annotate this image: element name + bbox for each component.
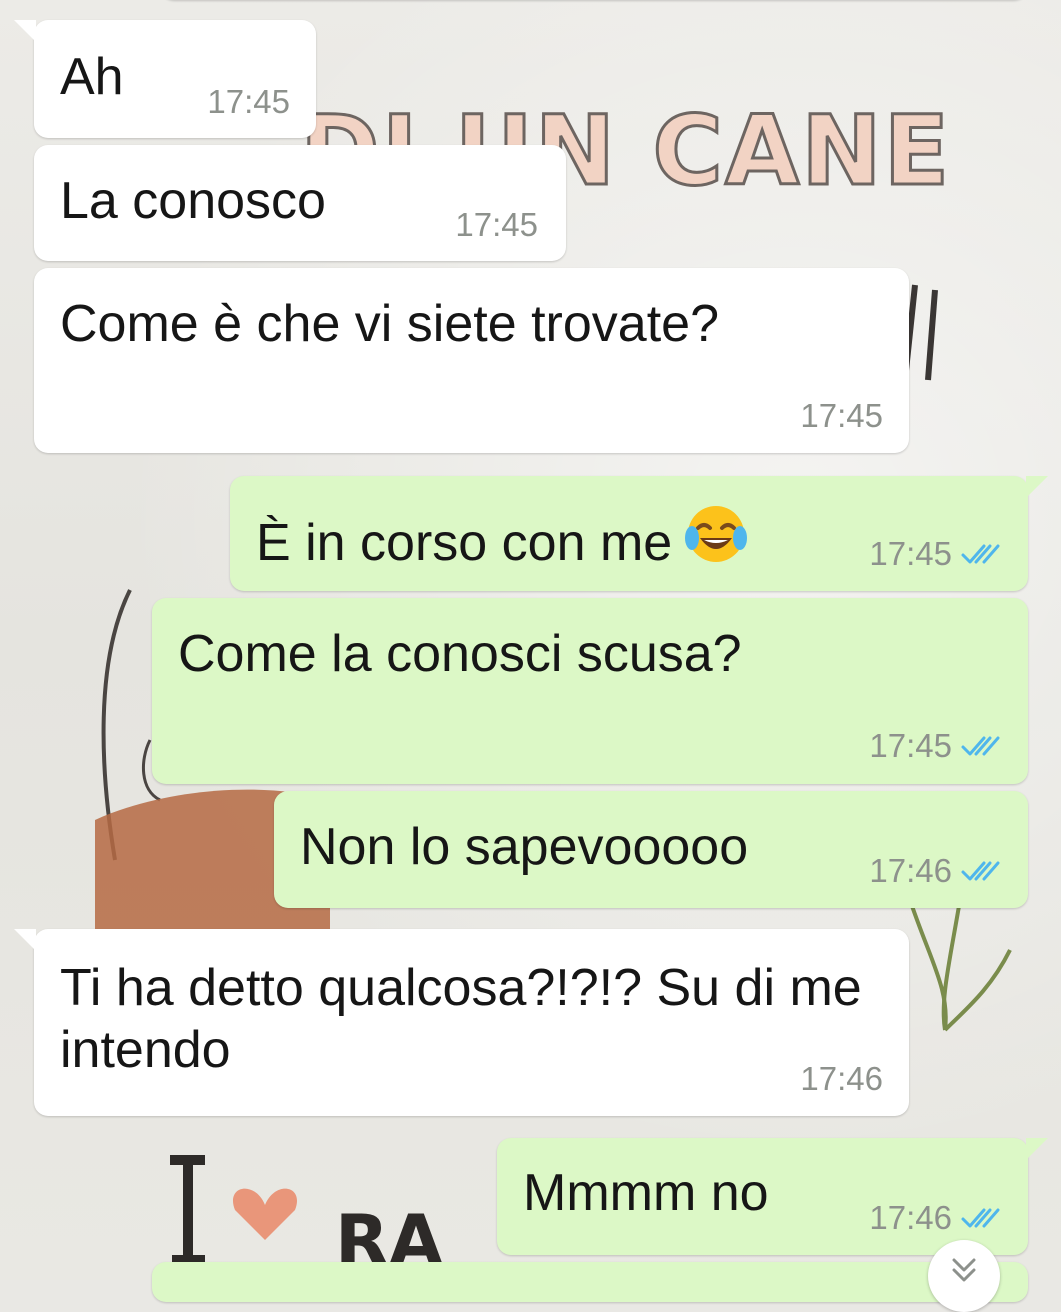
message-timestamp: 17:46 [800,1060,883,1097]
message-text: Come è che vi siete trovate? [60,295,719,353]
message-bubble-outgoing[interactable]: È in corso con me 17:45 [230,476,1048,591]
message-timestamp: 17:45 [869,727,952,764]
message-timestamp: 17:45 [207,83,290,120]
message-timestamp: 17:46 [869,1199,952,1236]
message-bubble-incoming[interactable]: La conosco 17:45 [34,145,566,261]
message-timestamp: 17:45 [455,206,538,243]
message-timestamp: 17:45 [869,535,952,572]
chevron-down-icon [952,1258,976,1282]
message-bubble-incoming[interactable]: Ti ha detto qualcosa?!?!? Su di me inten… [14,929,909,1116]
double-check-icon [961,544,1000,564]
message-text: Mmmm no [523,1164,769,1222]
double-check-icon [961,736,1000,756]
message-timestamp: 17:45 [800,397,883,434]
message-text: Ah [60,48,124,106]
message-bubble-outgoing[interactable]: Non lo sapevooooo 17:46 [274,791,1028,908]
message-timestamp: 17:46 [869,852,952,889]
message-text: La conosco [60,172,326,230]
message-bubble-outgoing[interactable]: Come la conosci scusa? 17:45 [152,598,1028,784]
message-bubble-incoming[interactable]: Come è che vi siete trovate? 17:45 [34,268,909,453]
double-check-icon [961,861,1000,881]
message-text: Non lo sapevooooo [300,818,749,876]
message-text: Ti ha detto qualcosa?!?!? Su di me inten… [60,959,862,1079]
message-text: Come la conosci scusa? [178,625,742,683]
message-text-content: È in corso con me [256,514,673,572]
message-text: È in corso con me [256,502,748,574]
tears-of-joy-emoji-icon [685,506,748,562]
double-check-icon [961,1208,1000,1228]
message-bubble-outgoing-partial[interactable] [152,1262,1028,1302]
scroll-to-bottom-button[interactable] [928,1240,1000,1312]
message-bubble-incoming[interactable]: Ah 17:45 [14,20,316,138]
message-bubble-outgoing[interactable]: Mmmm no 17:46 [497,1138,1048,1255]
